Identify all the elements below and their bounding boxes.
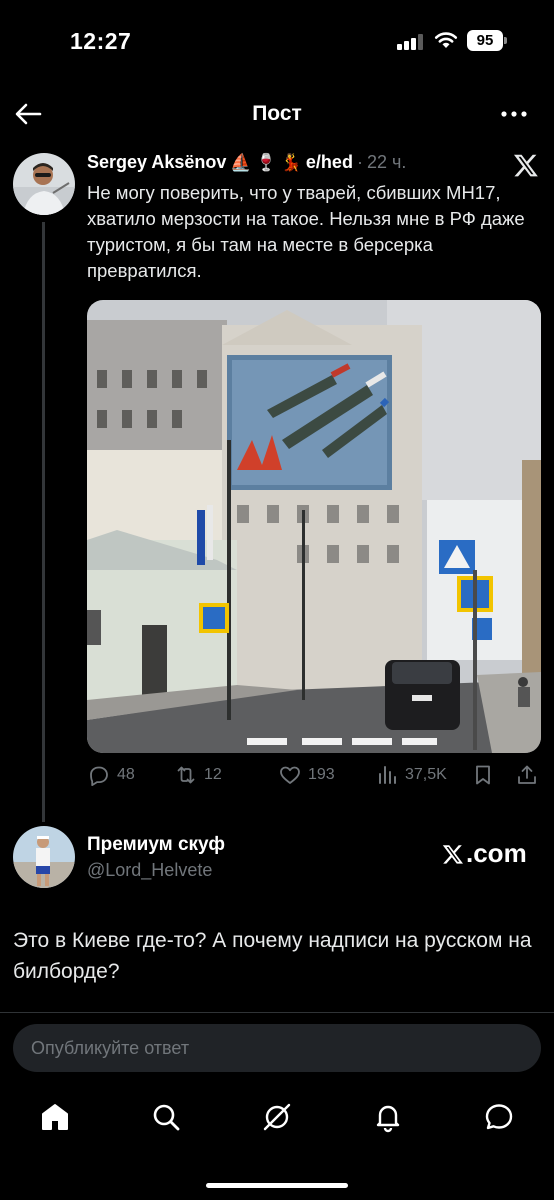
share-icon (518, 765, 536, 784)
x-logo-small-icon (442, 844, 463, 864)
bookmark-icon (476, 765, 490, 785)
grok-icon[interactable] (260, 1100, 294, 1134)
repost-button[interactable]: 12 (174, 763, 222, 787)
author-avatar[interactable] (13, 153, 75, 215)
heart-icon (280, 766, 300, 784)
tweet-text: Не могу поверить, что у тварей, сбивших … (87, 182, 525, 281)
reply-button[interactable]: 48 (87, 763, 135, 787)
dancer-emoji: 💃 (280, 152, 302, 172)
reply-author-name[interactable]: Премиум скуф (87, 834, 225, 856)
views-chart-icon (379, 766, 396, 784)
author-name[interactable]: Sergey Aksënov (87, 152, 226, 173)
like-button[interactable]: 193 (278, 763, 335, 787)
sailboat-emoji: ⛵ (230, 152, 252, 172)
thread-connector-line (42, 222, 45, 822)
separator-dot: · (356, 152, 363, 172)
bookmark-button[interactable] (471, 763, 495, 787)
views-button[interactable]: 37,5K (375, 763, 447, 787)
notifications-bell-icon[interactable] (371, 1100, 405, 1134)
x-logo-icon[interactable] (513, 152, 539, 178)
cellular-signal-icon (397, 34, 425, 50)
share-button[interactable] (515, 763, 539, 787)
tweet-header: Sergey Aksënov ⛵ 🍷 💃 e/hed · 22 ч. (87, 152, 406, 173)
reply-text: Это в Киеве где-то? А почему надписи на … (13, 929, 532, 983)
x-com-label: .com (466, 838, 527, 868)
bottom-tab-bar (0, 1090, 554, 1146)
messages-icon[interactable] (482, 1100, 516, 1134)
reply-count: 48 (117, 766, 135, 783)
tweet-actions: 48 12 193 37,5K (87, 763, 541, 793)
battery-level: 95 (467, 30, 503, 51)
page-title: Пост (252, 102, 302, 125)
views-count: 37,5K (405, 766, 447, 783)
tweet-photo[interactable] (87, 300, 541, 753)
home-icon[interactable] (38, 1100, 72, 1134)
wine-glass-emoji: 🍷 (255, 152, 277, 172)
repost-count: 12 (204, 766, 222, 783)
more-options-icon[interactable] (498, 103, 530, 125)
reply-icon (90, 766, 108, 786)
repost-icon (177, 766, 195, 784)
search-icon[interactable] (149, 1100, 183, 1134)
reply-author-avatar[interactable] (13, 826, 75, 888)
like-count: 193 (308, 766, 335, 783)
author-handle[interactable]: e/hed (306, 152, 353, 173)
wifi-icon (434, 32, 458, 48)
battery-icon: 95 (467, 30, 507, 51)
reply-compose-input[interactable]: Опубликуйте ответ (13, 1024, 541, 1072)
divider (0, 1012, 554, 1013)
reply-author-handle[interactable]: @Lord_Helvete (87, 860, 212, 881)
x-com-watermark: .com (442, 838, 527, 869)
status-time: 12:27 (70, 28, 132, 54)
tweet-time: 22 ч. (366, 152, 407, 172)
home-indicator[interactable] (206, 1183, 348, 1188)
